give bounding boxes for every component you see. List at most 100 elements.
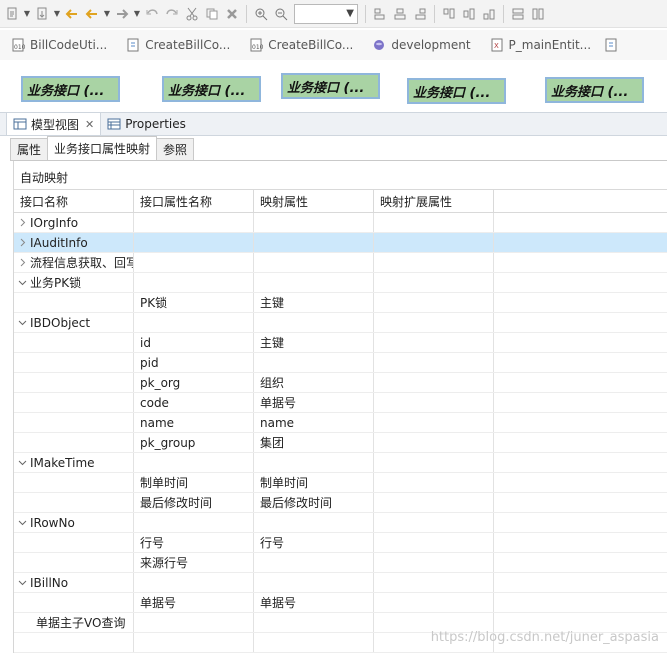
editor-tab-billcodeutil[interactable]: 010 BillCodeUti... [0,30,115,60]
business-interface-node[interactable]: 业务接口 (... [162,76,261,102]
cell-interface-attribute[interactable]: pk_org [134,373,254,392]
back-icon[interactable] [83,5,101,23]
cell-mapped-extension[interactable] [374,233,494,252]
back-dropdown-icon[interactable]: ▼ [103,5,111,23]
cell-interface-attribute[interactable] [134,453,254,472]
cell-mapped-attribute[interactable] [254,573,374,592]
copy-icon[interactable] [203,5,221,23]
align-middle-icon[interactable] [460,5,478,23]
business-interface-node[interactable]: 业务接口 (... [21,76,120,102]
editor-tab-createbillcode-class[interactable]: 010 CreateBillCo... [238,30,361,60]
chevron-down-icon[interactable] [14,453,30,472]
undo-icon[interactable] [143,5,161,23]
table-row[interactable]: pk_org 组织 [14,373,667,393]
cell-mapped-attribute[interactable] [254,233,374,252]
table-row[interactable]: code 单据号 [14,393,667,413]
cell-interface-attribute[interactable] [134,273,254,292]
tab-properties[interactable]: Properties [101,112,192,135]
cell-mapped-attribute[interactable]: 行号 [254,533,374,552]
cell-interface-attribute[interactable]: PK锁 [134,293,254,312]
cell-mapped-attribute[interactable]: 最后修改时间 [254,493,374,512]
column-header-mapped-attribute[interactable]: 映射属性 [254,190,374,212]
cell-mapped-extension[interactable] [374,433,494,452]
import-dropdown-icon[interactable]: ▼ [53,5,61,23]
table-row[interactable]: 单据号 单据号 [14,593,667,613]
back-history-icon[interactable] [63,5,81,23]
table-row[interactable]: IAuditInfo [14,233,667,253]
zoom-level-combo[interactable]: ▼ [294,3,358,24]
cell-interface-attribute[interactable]: 行号 [134,533,254,552]
cell-interface-attribute[interactable] [134,313,254,332]
cell-interface-attribute[interactable] [134,633,254,652]
chevron-down-icon[interactable] [14,513,30,532]
cell-interface-attribute[interactable] [134,253,254,272]
cell-mapped-extension[interactable] [374,273,494,292]
cell-mapped-extension[interactable] [374,313,494,332]
table-row[interactable]: 行号 行号 [14,533,667,553]
table-row[interactable]: IMakeTime [14,453,667,473]
business-interface-node[interactable]: 业务接口 (... [281,73,380,99]
cell-interface-attribute[interactable]: id [134,333,254,352]
table-row[interactable]: 流程信息获取、回写 [14,253,667,273]
table-row[interactable]: name name [14,413,667,433]
column-header-mapped-extension[interactable]: 映射扩展属性 [374,190,494,212]
chevron-down-icon[interactable] [14,273,30,292]
editor-tab-p-mainentity[interactable]: X P_mainEntit... [479,30,591,60]
cell-mapped-extension[interactable] [374,373,494,392]
cell-mapped-attribute[interactable]: 主键 [254,293,374,312]
table-row[interactable]: 制单时间 制单时间 [14,473,667,493]
table-row[interactable]: IRowNo [14,513,667,533]
editor-tab-development[interactable]: development [361,30,478,60]
cell-mapped-extension[interactable] [374,593,494,612]
editor-tab-overflow[interactable] [591,30,631,60]
align-center-icon[interactable] [391,5,409,23]
cell-mapped-attribute[interactable] [254,513,374,532]
close-icon[interactable]: ✕ [85,118,94,131]
align-top-icon[interactable] [440,5,458,23]
cell-mapped-extension[interactable] [374,213,494,232]
table-row[interactable]: IBillNo [14,573,667,593]
cell-mapped-extension[interactable] [374,393,494,412]
chevron-down-icon[interactable]: ▼ [346,8,354,19]
cell-mapped-extension[interactable] [374,453,494,472]
table-row[interactable]: IOrgInfo [14,213,667,233]
cell-mapped-extension[interactable] [374,493,494,512]
tab-interface-attribute-mapping[interactable]: 业务接口属性映射 [47,136,158,160]
chevron-right-icon[interactable] [14,213,30,232]
business-interface-node[interactable]: 业务接口 (... [545,77,644,103]
cell-interface-attribute[interactable]: 最后修改时间 [134,493,254,512]
table-row[interactable]: PK锁 主键 [14,293,667,313]
cell-mapped-extension[interactable] [374,553,494,572]
cell-mapped-attribute[interactable] [254,273,374,292]
cell-interface-attribute[interactable] [134,613,254,632]
table-row[interactable]: pid [14,353,667,373]
cell-interface-attribute[interactable]: pk_group [134,433,254,452]
cell-mapped-extension[interactable] [374,513,494,532]
chevron-right-icon[interactable] [14,233,30,252]
cell-mapped-extension[interactable] [374,533,494,552]
import-icon[interactable] [33,5,51,23]
column-header-interface-name[interactable]: 接口名称 [14,190,134,212]
tab-references[interactable]: 参照 [156,138,195,160]
table-row[interactable]: IBDObject [14,313,667,333]
forward-dropdown-icon[interactable]: ▼ [133,5,141,23]
cell-interface-attribute[interactable]: 单据号 [134,593,254,612]
cell-mapped-extension[interactable] [374,333,494,352]
cell-interface-attribute[interactable] [134,233,254,252]
table-row[interactable]: pk_group 集团 [14,433,667,453]
cell-mapped-extension[interactable] [374,413,494,432]
chevron-right-icon[interactable] [14,253,30,272]
delete-icon[interactable] [223,5,241,23]
tab-model-view[interactable]: 模型视图 ✕ [6,112,102,135]
cell-mapped-attribute[interactable]: 制单时间 [254,473,374,492]
cut-icon[interactable] [183,5,201,23]
chevron-down-icon[interactable] [14,313,30,332]
redo-icon[interactable] [163,5,181,23]
new-file-icon[interactable] [3,5,21,23]
cell-mapped-attribute[interactable] [254,613,374,632]
cell-interface-attribute[interactable]: code [134,393,254,412]
tab-attributes[interactable]: 属性 [10,138,49,160]
cell-interface-attribute[interactable] [134,573,254,592]
align-left-icon[interactable] [371,5,389,23]
chevron-down-icon[interactable] [14,573,30,592]
